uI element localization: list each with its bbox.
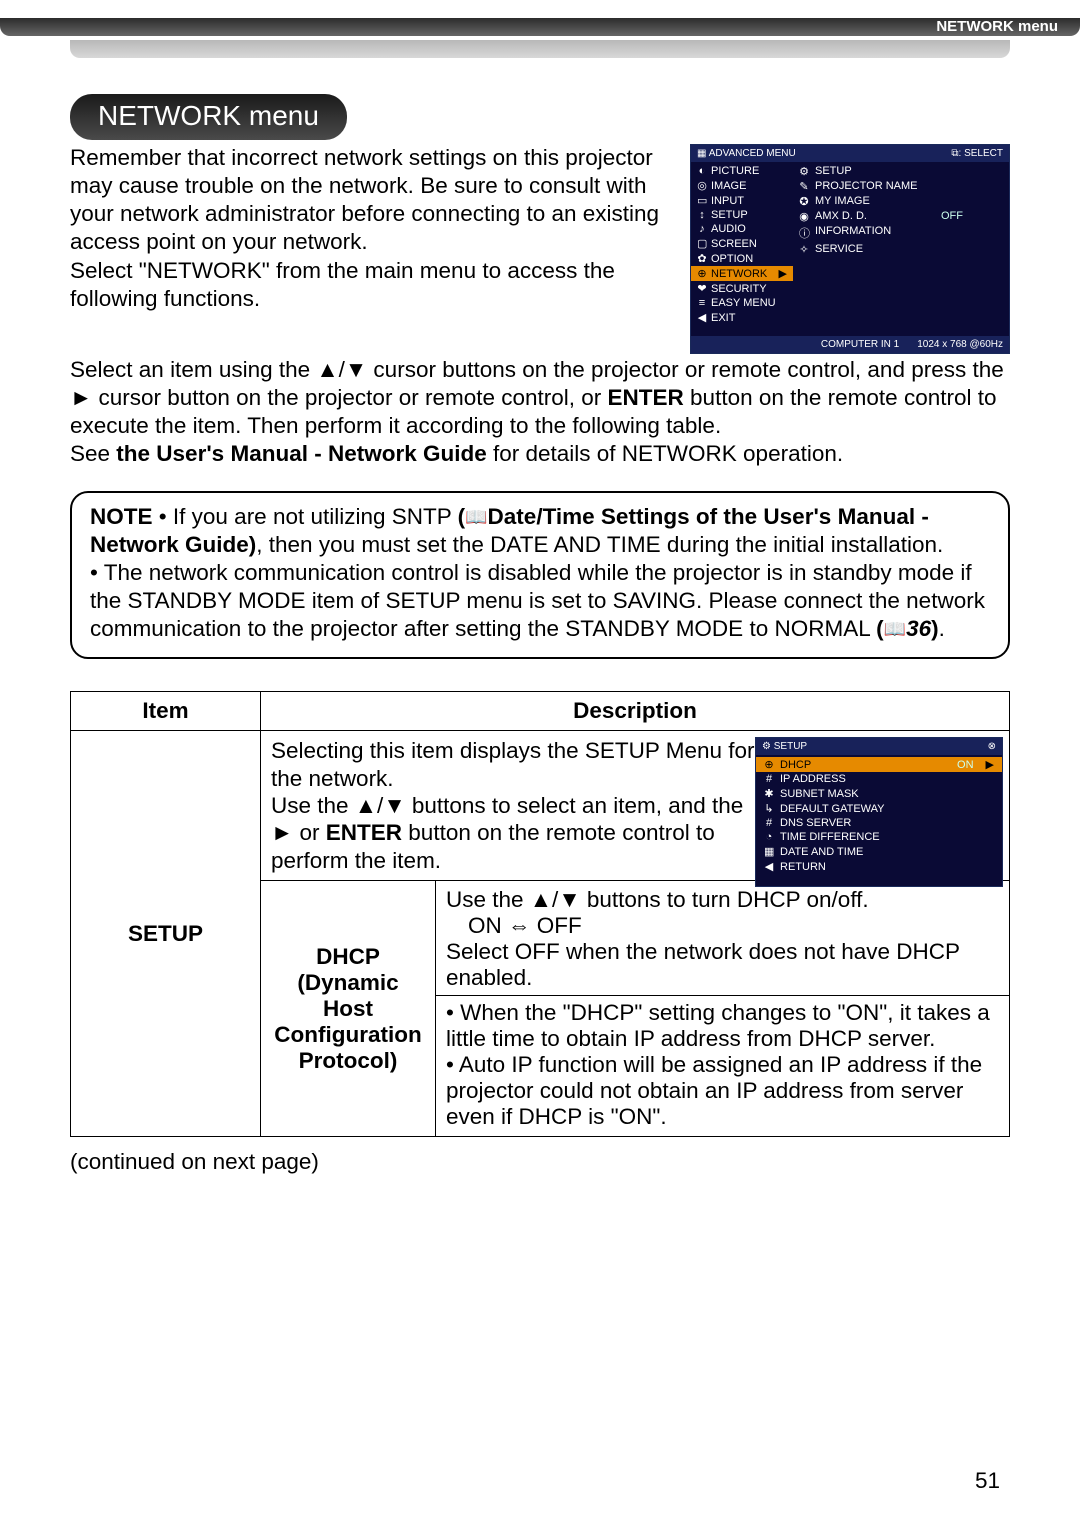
osd-left-item: ↕SETUP <box>691 208 793 222</box>
osd-left-item: ≡EASY MENU <box>691 296 793 310</box>
osd-header-right: ⧉: SELECT <box>951 148 1003 159</box>
osd-footer: COMPUTER IN 1 1024 x 768 @60Hz <box>691 336 1009 353</box>
osd-footer-right: 1024 x 768 @60Hz <box>917 339 1003 350</box>
osd-header-left: ▦ ADVANCED MENU <box>697 148 796 159</box>
book-icon <box>465 504 487 529</box>
osd-right-menu: ⚙SETUP✎PROJECTOR NAME✪MY IMAGE◉AMX D. D.… <box>793 162 1009 334</box>
osd-right-item: ✧SERVICE <box>799 242 1003 257</box>
osd-main-screenshot: ▦ ADVANCED MENU ⧉: SELECT ◐PICTURE◎IMAGE… <box>690 144 1010 354</box>
osd-right-item: ⚙SETUP <box>799 164 1003 179</box>
osd-footer-left: COMPUTER IN 1 <box>821 339 899 350</box>
setup-osd-item: ⊕DHCPON▶ <box>756 757 1002 772</box>
intro-p2: Select "NETWORK" from the main menu to a… <box>70 258 615 311</box>
osd-right-item: ◉AMX D. D.OFF <box>799 209 1003 224</box>
osd-right-item: ✪MY IMAGE <box>799 194 1003 209</box>
page-number: 51 <box>975 1468 1000 1494</box>
osd-left-item: ◀EXIT <box>691 310 793 325</box>
osd-left-item: ✿OPTION <box>691 251 793 266</box>
dhcp-desc-cell: Use the ▲/▼ buttons to turn DHCP on/off.… <box>436 881 1010 1137</box>
th-item: Item <box>71 692 261 731</box>
osd-right-item: ⓘINFORMATION <box>799 224 1003 242</box>
th-desc: Description <box>261 692 1010 731</box>
intro-text-block: Remember that incorrect network settings… <box>70 144 678 354</box>
setup-osd-item: ✱SUBNET MASK <box>756 786 1002 801</box>
osd-left-item: ❤SECURITY <box>691 281 793 296</box>
continued-text: (continued on next page) <box>70 1149 1010 1175</box>
section-title-pill: NETWORK menu <box>70 94 347 140</box>
osd-left-item: ♪AUDIO <box>691 222 793 236</box>
setup-osd-item: ▦DATE AND TIME <box>756 844 1002 859</box>
note-box: NOTE • If you are not utilizing SNTP (Da… <box>70 491 1010 660</box>
osd-left-item: ⊕NETWORK▶ <box>691 266 793 281</box>
page-top-label-wrap: NETWORK menu <box>0 18 1080 36</box>
setup-item-cell: SETUP <box>71 731 261 1137</box>
page-top-grey-bar <box>70 40 1010 58</box>
setup-osd-item: ↳DEFAULT GATEWAY <box>756 801 1002 816</box>
page-top-dark-bar: NETWORK menu <box>0 18 1080 36</box>
note-label: NOTE <box>90 504 153 529</box>
osd-left-item: ▢SCREEN <box>691 236 793 251</box>
osd-left-item: ◎IMAGE <box>691 178 793 193</box>
setup-osd-item: #DNS SERVER <box>756 816 1002 830</box>
setup-osd-item: ◀RETURN <box>756 859 1002 874</box>
osd-right-item: ✎PROJECTOR NAME <box>799 179 1003 194</box>
setup-osd-item: #IP ADDRESS <box>756 772 1002 786</box>
setup-desc-cell: Selecting this item displays the SETUP M… <box>261 731 1010 881</box>
instruction-para: Select an item using the ▲/▼ cursor butt… <box>70 356 1010 469</box>
setup-osd-header: ⚙ SETUP ⊗ <box>756 738 1002 755</box>
intro-p1: Remember that incorrect network settings… <box>70 145 659 254</box>
header-label: NETWORK menu <box>936 18 1058 36</box>
dhcp-subitem-cell: DHCP (Dynamic Host Configuration Protoco… <box>261 881 436 1137</box>
settings-table: Item Description SETUP Selecting this it… <box>70 691 1010 1137</box>
setup-osd-item: ◔TIME DIFFERENCE <box>756 830 1002 844</box>
osd-main-header: ▦ ADVANCED MENU ⧉: SELECT <box>691 145 1009 162</box>
osd-left-item: ▭INPUT <box>691 193 793 208</box>
setup-osd-screenshot: ⚙ SETUP ⊗ ⊕DHCPON▶#IP ADDRESS✱SUBNET MAS… <box>755 737 1003 887</box>
osd-left-item: ◐PICTURE <box>691 164 793 178</box>
osd-left-menu: ◐PICTURE◎IMAGE▭INPUT↕SETUP♪AUDIO▢SCREEN✿… <box>691 162 793 334</box>
book-icon <box>884 616 906 641</box>
